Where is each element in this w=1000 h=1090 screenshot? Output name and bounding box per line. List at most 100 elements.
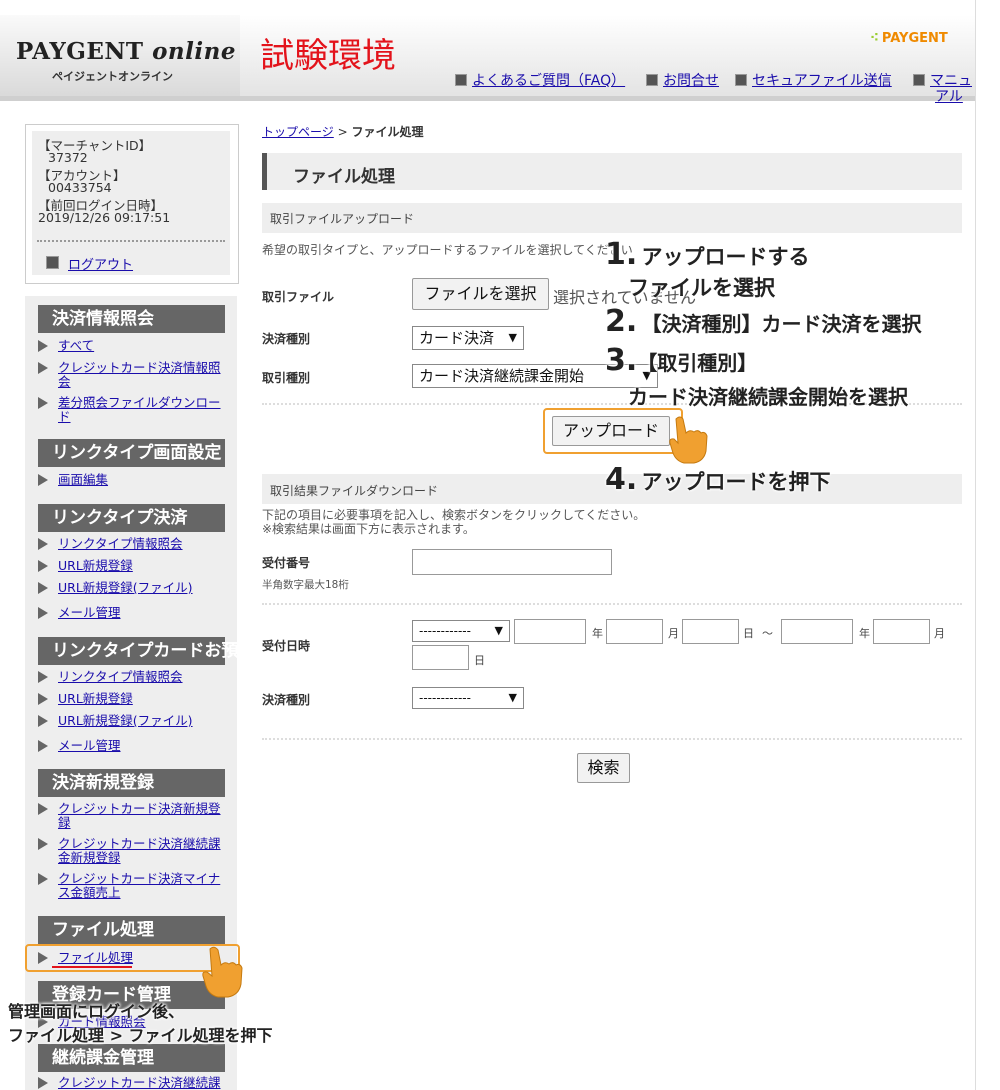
triangle-icon (38, 1077, 48, 1089)
triangle-icon (38, 340, 48, 352)
sidebar-item-credit-new-cont[interactable]: 録 (58, 816, 228, 830)
receipt-date-label: 受付日時 (262, 639, 311, 653)
chevron-down-icon: ▼ (494, 624, 503, 637)
pointer-hand-icon (669, 416, 708, 464)
sidebar-item-url-new-file-2[interactable]: URL新規登録(ファイル) (58, 714, 228, 728)
from-month-input[interactable] (606, 619, 663, 644)
triangle-icon (38, 560, 48, 572)
payment-type-label: 決済種別 (262, 332, 311, 346)
triangle-icon (38, 838, 48, 850)
step-3-annotation-2: カード決済継続課金開始を選択 (628, 385, 908, 409)
sidebar-item-credit-minus-cont[interactable]: ス金額売上 (58, 886, 228, 900)
to-year-input[interactable] (781, 619, 853, 644)
range-tilde: ～ (762, 627, 773, 640)
day-unit: 日 (743, 627, 754, 640)
chevron-down-icon: ▼ (508, 691, 517, 704)
logo-subtitle: ペイジェントオンライン (52, 70, 173, 83)
sidebar-item-mail[interactable]: メール管理 (58, 606, 228, 620)
file-label: 取引ファイル (262, 290, 335, 304)
triangle-icon (38, 362, 48, 374)
brand-logo: ⁖ PAYGENT (870, 31, 948, 46)
header-link-faq[interactable]: よくあるご質問（FAQ） (455, 70, 625, 90)
payment-type-label-2: 決済種別 (262, 693, 311, 707)
login-annotation-2: ファイル処理 > ファイル処理を押下 (8, 1026, 273, 1045)
triangle-icon (38, 582, 48, 594)
sidebar-item-url-new[interactable]: URL新規登録 (58, 559, 228, 573)
sidebar-item-diff-download[interactable]: 差分照会ファイルダウンロー (58, 396, 228, 410)
login-annotation: 管理画面にログイン後、 (8, 1002, 185, 1021)
triangle-icon (38, 474, 48, 486)
logout-link[interactable]: ログアウト (68, 254, 133, 273)
step-1-annotation-2: ファイルを選択 (628, 276, 775, 300)
sidebar-item-credit-recurring[interactable]: クレジットカード決済継続課 (58, 837, 228, 851)
triangle-icon (38, 538, 48, 550)
triangle-icon (38, 715, 48, 727)
sidebar-item-all[interactable]: すべて (58, 339, 228, 353)
step-2-annotation: 2. 【決済種別】カード決済を選択 (605, 304, 922, 339)
last-login: 2019/12/26 09:17:51 (38, 210, 171, 225)
account-id: 00433754 (48, 180, 112, 195)
receipt-number-hint: 半角数字最大18桁 (262, 579, 349, 591)
month-unit: 月 (934, 627, 945, 640)
step-4-annotation: 4. アップロードを押下 (605, 462, 831, 497)
sidebar-item-credit-recurring-2[interactable]: クレジットカード決済継続課 (58, 1076, 228, 1090)
triangle-icon (38, 397, 48, 409)
sidebar-head-link-screen: リンクタイプ画面設定 (38, 439, 225, 467)
header-link-secure-file[interactable]: セキュアファイル送信 (735, 70, 892, 90)
date-preset-select[interactable]: ------------ ▼ (412, 620, 510, 642)
header-link-contact[interactable]: お問合せ (646, 70, 719, 90)
breadcrumb-home[interactable]: トップページ (262, 125, 334, 139)
page-title: ファイル処理 (293, 167, 395, 187)
triangle-icon (38, 952, 48, 964)
sidebar-item-credit-minus[interactable]: クレジットカード決済マイナ (58, 872, 228, 886)
download-note-2: ※検索結果は画面下方に表示されます。 (262, 522, 475, 536)
to-day-input[interactable] (412, 645, 469, 670)
pointer-hand-icon (202, 946, 243, 998)
sidebar-item-diff-download-cont[interactable]: ド (58, 410, 228, 424)
sidebar-item-credit-new[interactable]: クレジットカード決済新規登 (58, 802, 228, 816)
from-year-input[interactable] (514, 619, 586, 644)
payment-type-select[interactable]: カード決済 ▼ (412, 326, 524, 350)
sidebar-item-screen-edit[interactable]: 画面編集 (58, 473, 228, 487)
sidebar-item-mail-2[interactable]: メール管理 (58, 739, 228, 753)
day-unit: 日 (474, 654, 485, 667)
sidebar-item-url-new-file[interactable]: URL新規登録(ファイル) (58, 581, 228, 595)
bullet-icon (735, 74, 747, 86)
step-1-annotation: 1. アップロードする (605, 237, 810, 272)
triangle-icon (38, 740, 48, 752)
merchant-id: 37372 (48, 150, 88, 165)
header-divider (0, 96, 975, 101)
header-link-manual-cont[interactable]: アル (935, 86, 963, 106)
bullet-icon (455, 74, 467, 86)
sidebar-head-file-processing: ファイル処理 (38, 916, 225, 944)
sidebar-head-settlement-info: 決済情報照会 (38, 305, 225, 333)
paygent-logo[interactable]: PAYGENT online (16, 38, 236, 65)
to-month-input[interactable] (873, 619, 930, 644)
sidebar-head-link-card: リンクタイプカードお預かり (38, 637, 272, 665)
divider (262, 603, 962, 605)
step-3-annotation: 3.【取引種別】 (605, 343, 758, 378)
sidebar-item-credit-info-cont[interactable]: 会 (58, 375, 228, 389)
breadcrumb: トップページ > ファイル処理 (262, 125, 424, 139)
triangle-icon (38, 873, 48, 885)
payment-type-select-2[interactable]: ------------ ▼ (412, 687, 524, 709)
receipt-number-label: 受付番号 (262, 556, 311, 570)
sidebar-head-new-settlement: 決済新規登録 (38, 769, 225, 797)
bullet-icon (646, 74, 658, 86)
choose-file-button[interactable]: ファイルを選択 (412, 278, 549, 310)
bullet-icon (913, 74, 925, 86)
receipt-number-input[interactable] (412, 549, 612, 575)
search-button[interactable]: 検索 (577, 753, 630, 783)
sidebar-item-link-info[interactable]: リンクタイプ情報照会 (58, 537, 228, 551)
brand-dots-icon: ⁖ (870, 31, 879, 46)
from-day-input[interactable] (682, 619, 739, 644)
breadcrumb-current: ファイル処理 (351, 125, 424, 139)
month-unit: 月 (668, 627, 679, 640)
divider (37, 240, 225, 242)
upload-section-title: 取引ファイルアップロード (270, 212, 415, 226)
sidebar-item-credit-recurring-cont[interactable]: 金新規登録 (58, 851, 228, 865)
sidebar-item-credit-info[interactable]: クレジットカード決済情報照 (58, 361, 228, 375)
sidebar-item-url-new-2[interactable]: URL新規登録 (58, 692, 228, 706)
upload-button[interactable]: アップロード (552, 416, 670, 446)
sidebar-item-link-info-2[interactable]: リンクタイプ情報照会 (58, 670, 228, 684)
